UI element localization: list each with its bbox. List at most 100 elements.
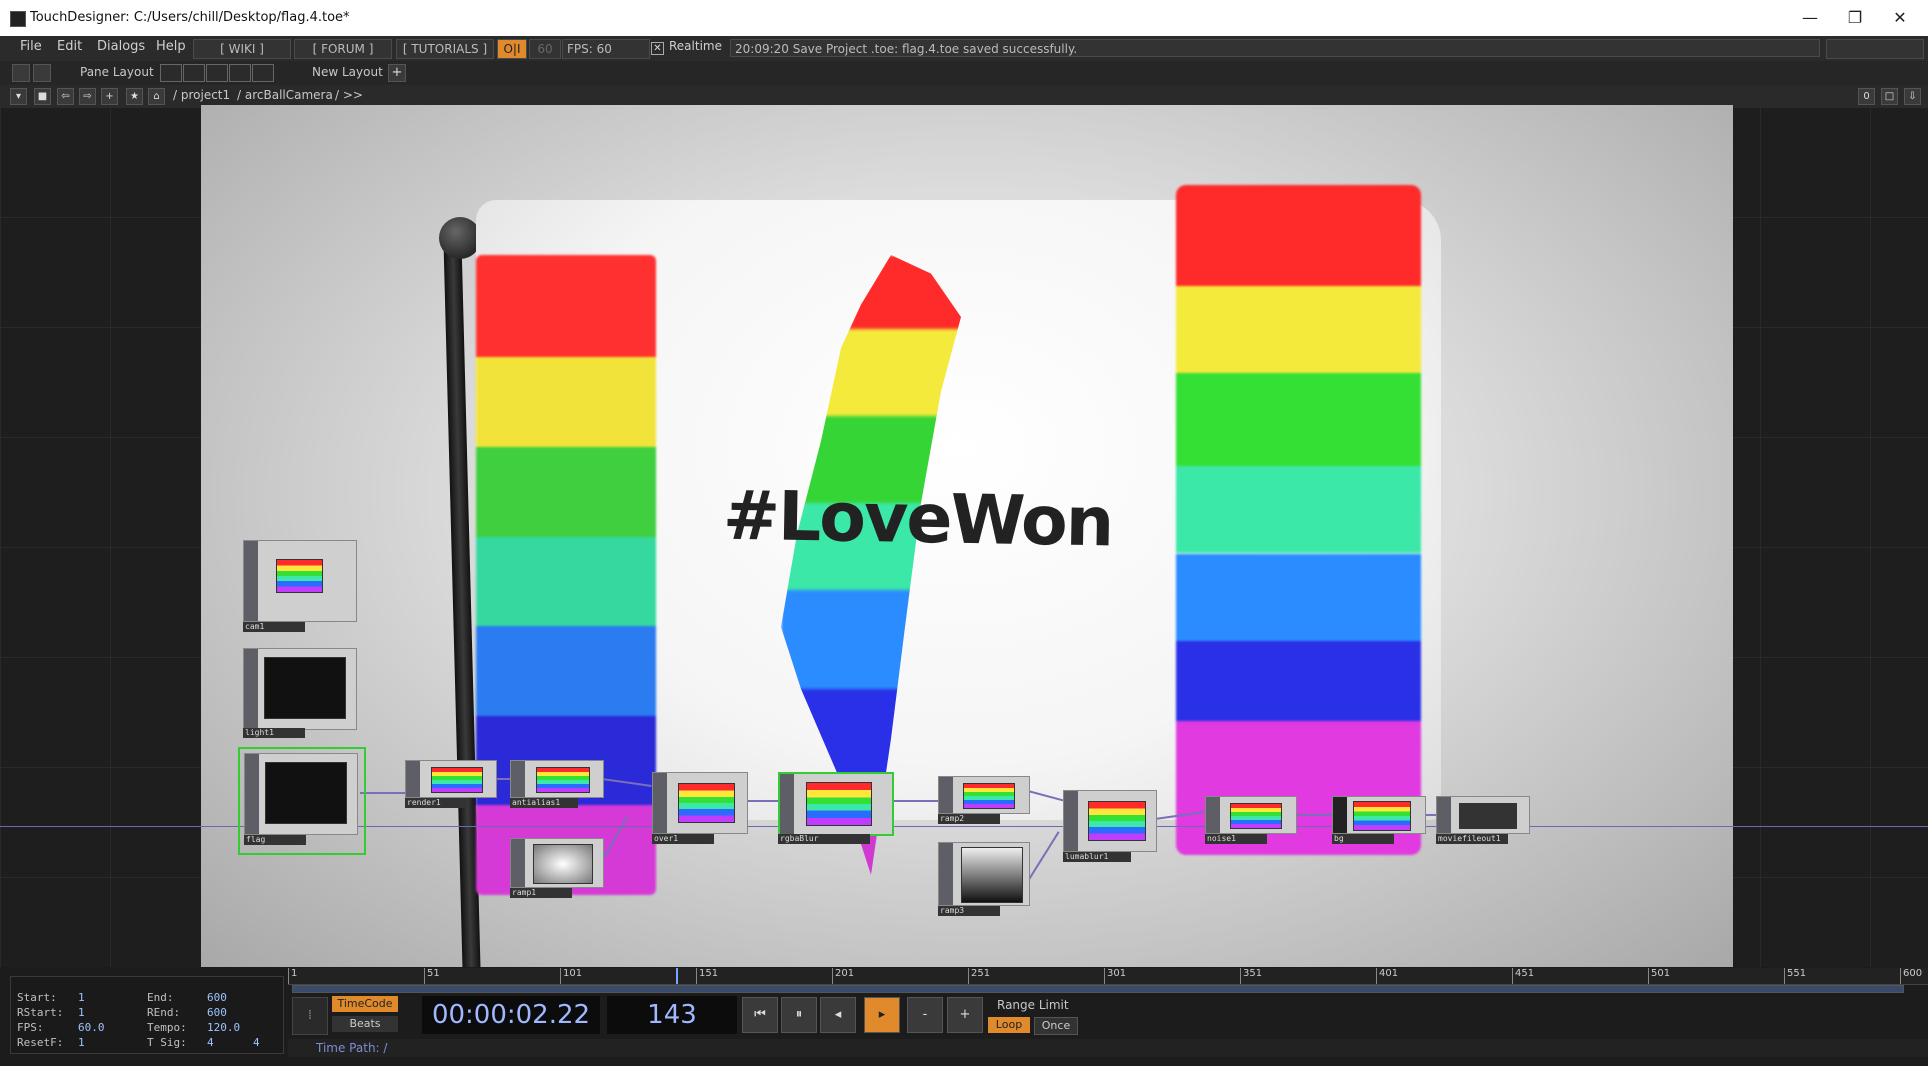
menu-file[interactable]: File — [20, 39, 42, 54]
end-label: End: — [147, 991, 174, 1004]
step-minus-icon[interactable]: - — [907, 997, 943, 1033]
start-label: Start: — [17, 991, 57, 1004]
node-noise1[interactable]: noise1 — [1205, 796, 1297, 846]
node-label: over1 — [652, 834, 714, 844]
menu-help[interactable]: Help — [156, 39, 186, 54]
add-layout-icon[interactable]: + — [388, 64, 406, 82]
play-icon[interactable]: ▸ — [864, 997, 900, 1033]
restore-icon[interactable]: ❐ — [1835, 6, 1875, 30]
step-back-icon[interactable]: ◂ — [820, 997, 856, 1033]
timeline-info: Start: 1 End: 600 RStart: 1 REnd: 600 FP… — [10, 976, 284, 1054]
timeline-ruler[interactable]: 1 51 101 151 201 251 301 351 401 451 501… — [288, 968, 1928, 985]
node-cam1[interactable]: cam1 — [243, 540, 357, 632]
star-icon[interactable]: ★ — [126, 88, 143, 105]
pause-icon[interactable]: ⏸ — [781, 997, 817, 1033]
search-field[interactable] — [1826, 39, 1924, 59]
hashtag-text: #LoveWon — [722, 476, 1113, 563]
tempo-value[interactable]: 120.0 — [207, 1021, 240, 1034]
node-flag[interactable]: flag — [238, 747, 366, 855]
node-ramp1[interactable]: ramp1 — [510, 838, 604, 900]
rstart-value[interactable]: 1 — [78, 1006, 85, 1019]
fps-cap[interactable]: 60 — [529, 39, 561, 59]
rewind-icon[interactable]: ⏮ — [742, 997, 778, 1033]
node-moviefileout1[interactable]: moviefileout1 — [1436, 796, 1530, 846]
network-icon[interactable] — [33, 64, 51, 82]
node-bg[interactable]: bg — [1332, 796, 1426, 846]
node-ramp3[interactable]: ramp3 — [938, 842, 1030, 918]
forum-button[interactable]: [ FORUM ] — [294, 39, 392, 59]
tick-label: 351 — [1240, 968, 1262, 984]
breadcrumb-project[interactable]: / project1 — [173, 88, 230, 102]
layout-four-icon[interactable] — [252, 64, 274, 82]
start-value[interactable]: 1 — [78, 991, 85, 1004]
frame-display[interactable]: 143 — [607, 996, 737, 1034]
node-lumablur1[interactable]: lumablur1 — [1063, 790, 1157, 864]
tsig-b[interactable]: 4 — [253, 1036, 260, 1049]
node-label: bg — [1332, 834, 1394, 844]
wiki-button[interactable]: [ WIKI ] — [193, 39, 291, 59]
forward-icon[interactable]: ⇨ — [79, 88, 96, 105]
rend-value[interactable]: 600 — [207, 1006, 227, 1019]
range-limit-label: Range Limit — [997, 998, 1069, 1012]
node-ramp2[interactable]: ramp2 — [938, 776, 1030, 826]
timecode-display[interactable]: 00:00:02.22 — [422, 996, 600, 1034]
tutorials-button[interactable]: [ TUTORIALS ] — [396, 39, 494, 59]
wire — [495, 778, 510, 780]
step-plus-icon[interactable]: + — [947, 997, 983, 1033]
perform-toggle[interactable]: O|I — [497, 39, 527, 59]
minimize-icon[interactable]: — — [1790, 6, 1830, 30]
status-message: 20:09:20 Save Project .toe: flag.4.toe s… — [730, 39, 1820, 57]
range-bar[interactable] — [292, 985, 1904, 993]
tick-label: 151 — [696, 968, 718, 984]
timeline-options-icon[interactable]: ⁞ — [292, 997, 328, 1035]
tsig-label: T Sig: — [147, 1036, 187, 1049]
node-label: ramp1 — [510, 888, 572, 898]
pane-menu-icon[interactable]: ⇩ — [1904, 88, 1921, 105]
node-label: cam1 — [243, 622, 305, 632]
close-icon[interactable]: ✕ — [1880, 6, 1920, 30]
timecode-button[interactable]: TimeCode — [332, 996, 398, 1012]
node-label: ramp2 — [938, 814, 1000, 824]
end-value[interactable]: 600 — [207, 991, 227, 1004]
menu-edit[interactable]: Edit — [57, 39, 82, 54]
resetf-label: ResetF: — [17, 1036, 64, 1049]
breadcrumb-camera[interactable]: / arcBallCamera — [237, 88, 333, 102]
node-label: lumablur1 — [1063, 852, 1131, 862]
node-render1[interactable]: render1 — [405, 760, 497, 810]
layout-split-h-icon[interactable] — [206, 64, 228, 82]
tsig-a[interactable]: 4 — [207, 1036, 214, 1049]
node-label: antialias1 — [510, 798, 578, 808]
node-label: light1 — [243, 728, 305, 738]
fps-value[interactable]: 60.0 — [78, 1021, 105, 1034]
loop-button[interactable]: Loop — [988, 1017, 1030, 1033]
layout-three-icon[interactable] — [229, 64, 251, 82]
maximize-pane-icon[interactable]: □ — [1881, 88, 1898, 105]
playhead[interactable] — [676, 968, 678, 984]
add-icon[interactable]: + — [101, 88, 118, 105]
node-light1[interactable]: light1 — [243, 648, 357, 740]
menu-dialogs[interactable]: Dialogs — [97, 39, 145, 54]
node-label: ramp3 — [938, 906, 1000, 916]
chevron-down-icon[interactable]: ▾ — [10, 88, 27, 105]
breadcrumb-more[interactable]: / >> — [335, 88, 363, 102]
wire — [360, 792, 405, 794]
image-icon[interactable] — [12, 64, 30, 82]
beats-button[interactable]: Beats — [332, 1016, 398, 1032]
home-icon[interactable]: ⌂ — [148, 88, 165, 105]
once-button[interactable]: Once — [1034, 1017, 1078, 1035]
tick-label: 451 — [1512, 968, 1534, 984]
rend-label: REnd: — [147, 1006, 181, 1019]
back-icon[interactable]: ⇦ — [57, 88, 74, 105]
node-rgbablur[interactable]: rgbaBlur — [778, 772, 894, 846]
node-label: flag — [244, 835, 306, 845]
tick-label: 101 — [560, 968, 582, 984]
time-path-label: Time Path: / — [316, 1041, 388, 1055]
stop-icon[interactable]: ■ — [34, 88, 51, 105]
layout-single-icon[interactable] — [160, 64, 182, 82]
layout-split-v-icon[interactable] — [183, 64, 205, 82]
node-over1[interactable]: over1 — [652, 772, 748, 846]
resetf-value[interactable]: 1 — [78, 1036, 85, 1049]
node-label: render1 — [405, 798, 467, 808]
realtime-checkbox[interactable]: ✕ — [651, 42, 664, 55]
node-antialias1[interactable]: antialias1 — [510, 760, 604, 810]
